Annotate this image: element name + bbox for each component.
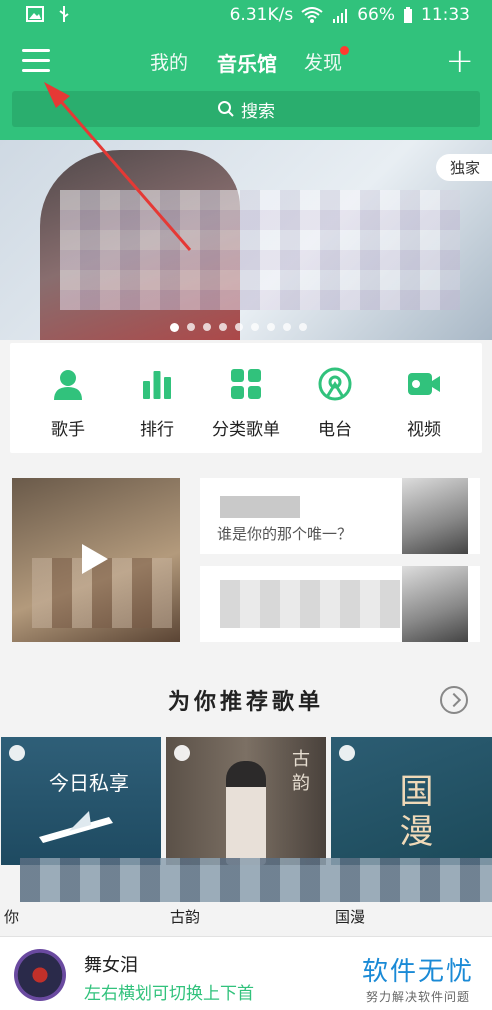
promo-title-blurred — [220, 496, 300, 518]
chart-icon — [143, 371, 171, 399]
carousel-dot — [187, 323, 195, 331]
playlist-cover-text: 今日私享 — [49, 771, 129, 795]
radio-icon — [318, 367, 352, 401]
promo-text-blurred — [220, 580, 400, 628]
clock: 11:33 — [421, 5, 470, 25]
play-icon — [82, 544, 108, 574]
search-icon — [218, 101, 234, 117]
more-arrow-icon[interactable] — [440, 686, 468, 714]
battery-percent: 66% — [357, 5, 395, 25]
promo-thumbnail — [402, 478, 468, 554]
globe-icon — [339, 745, 355, 761]
top-nav: 我的 音乐馆 发现 + — [0, 38, 492, 86]
promo-video-card[interactable] — [12, 478, 180, 642]
entry-label: 排行 — [140, 420, 174, 440]
header: 6.31K/s 66% 11:33 我的 音乐馆 发现 + 搜索 — [0, 0, 492, 140]
banner-mosaic — [60, 190, 460, 310]
menu-button[interactable] — [22, 49, 50, 73]
tab-discover[interactable]: 发现 — [304, 48, 342, 75]
carousel-dot — [299, 323, 307, 331]
entry-label: 电台 — [318, 420, 352, 440]
network-speed: 6.31K/s — [229, 5, 294, 25]
tab-music-hall[interactable]: 音乐馆 — [217, 48, 277, 77]
playlist-name: 国漫 — [335, 908, 366, 926]
singer-icon — [54, 370, 82, 400]
globe-icon — [174, 745, 190, 761]
section-title: 为你推荐歌单 — [167, 690, 324, 715]
mini-player[interactable]: 舞女泪 左右横划可切换上下首 软件无忧 努力解决软件问题 — [0, 936, 492, 1010]
entry-video[interactable]: 视频 — [384, 343, 464, 453]
signal-icon — [333, 9, 348, 23]
song-title: 舞女泪 — [84, 955, 138, 976]
entry-label: 歌手 — [51, 420, 85, 440]
grid-icon — [231, 369, 261, 399]
playlist-card[interactable]: 国漫 — [331, 737, 492, 865]
watermark-main: 软件无忧 — [361, 957, 474, 987]
entry-label: 分类歌单 — [212, 420, 280, 440]
wifi-icon — [301, 7, 323, 23]
sailboat-icon — [39, 811, 113, 843]
playlist-card[interactable]: 今日私享 — [1, 737, 161, 865]
notification-dot — [340, 46, 349, 55]
usb-icon — [59, 6, 69, 22]
promo-card[interactable] — [200, 566, 480, 642]
promo-thumbnail — [402, 566, 468, 642]
entry-radio[interactable]: 电台 — [295, 343, 375, 453]
quick-entries: 歌手 排行 分类歌单 电台 视频 — [10, 343, 482, 453]
add-button[interactable]: + — [446, 44, 475, 78]
carousel-dot — [283, 323, 291, 331]
mosaic-overlay — [20, 858, 492, 902]
video-icon — [408, 373, 440, 395]
search-bar[interactable]: 搜索 — [12, 91, 480, 127]
banner-carousel[interactable]: 独家 — [0, 140, 492, 340]
playlist-card[interactable]: 古韵 — [166, 737, 326, 865]
album-cover[interactable] — [14, 949, 66, 1001]
carousel-dot — [219, 323, 227, 331]
watermark: 软件无忧 努力解决软件问题 — [362, 951, 474, 1005]
carousel-dots — [170, 323, 307, 332]
playlist-cover-text: 国漫 — [393, 773, 433, 853]
battery-icon — [404, 7, 412, 23]
playlist-cover-text: 古韵 — [289, 749, 310, 797]
carousel-dot — [235, 323, 243, 331]
promo-card-text: 谁是你的那个唯一？ — [217, 525, 353, 543]
playlist-name: 古韵 — [170, 908, 201, 926]
carousel-dot — [170, 323, 179, 332]
menu-icon — [22, 49, 50, 52]
promo-card[interactable]: 谁是你的那个唯一？ — [200, 478, 480, 554]
entry-category-playlist[interactable]: 分类歌单 — [206, 343, 286, 453]
entry-label: 视频 — [407, 420, 441, 440]
cover-figure — [226, 761, 266, 865]
gallery-icon — [26, 6, 44, 22]
status-bar: 6.31K/s 66% 11:33 — [0, 0, 492, 32]
search-label: 搜索 — [241, 101, 275, 122]
swipe-hint: 左右横划可切换上下首 — [84, 984, 254, 1004]
carousel-dot — [267, 323, 275, 331]
entry-singer[interactable]: 歌手 — [28, 343, 108, 453]
tab-mine[interactable]: 我的 — [150, 48, 188, 75]
watermark-sub: 努力解决软件问题 — [365, 990, 470, 1004]
carousel-dot — [203, 323, 211, 331]
playlist-name: 你 — [4, 908, 20, 926]
carousel-dot — [251, 323, 259, 331]
exclusive-badge: 独家 — [435, 154, 492, 181]
globe-icon — [9, 745, 25, 761]
entry-ranking[interactable]: 排行 — [117, 343, 197, 453]
